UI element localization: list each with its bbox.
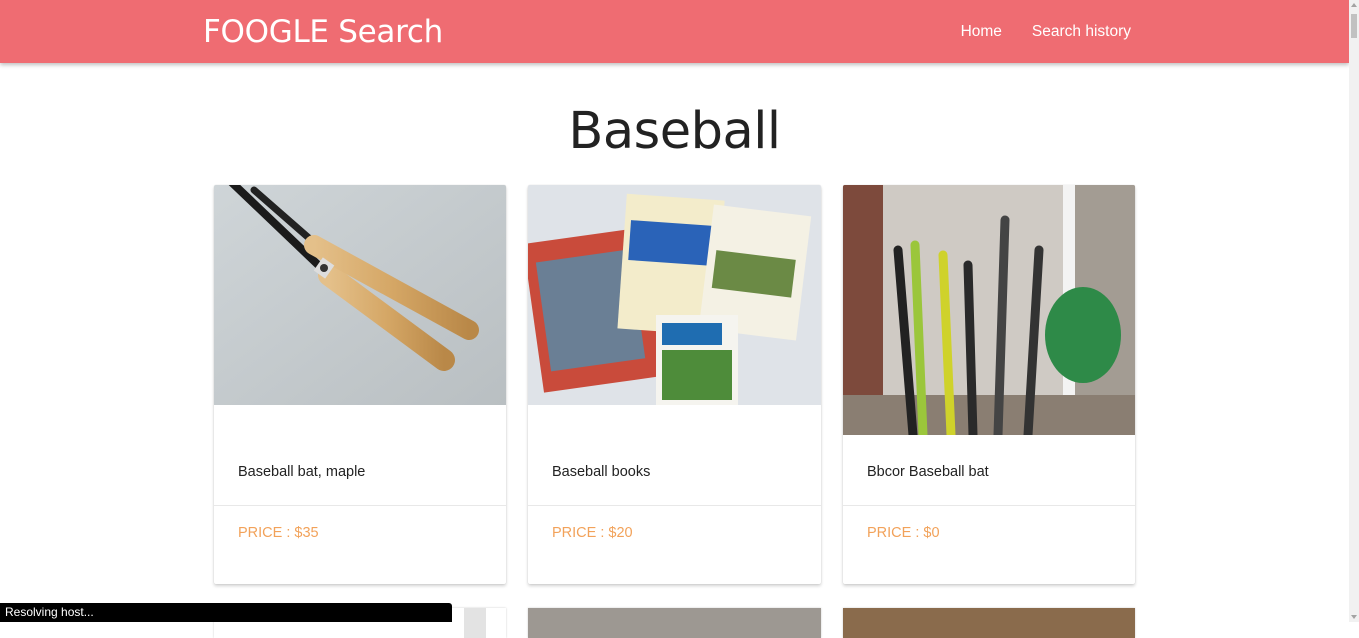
product-price: PRICE : $0: [867, 525, 940, 541]
product-card[interactable]: Baseball books PRICE : $20: [528, 185, 821, 584]
vertical-scrollbar[interactable]: [1349, 0, 1359, 622]
product-image[interactable]: [843, 608, 1135, 638]
page-title: Baseball: [568, 102, 781, 161]
product-card[interactable]: [843, 608, 1135, 638]
scrollbar-thumb[interactable]: [1351, 14, 1357, 38]
nav-links: Home Search history: [961, 21, 1131, 43]
browser-status-bar: Resolving host...: [0, 603, 452, 622]
card-divider: [528, 505, 821, 506]
top-navbar: FOOGLE Search Home Search history: [0, 0, 1349, 63]
card-divider: [214, 505, 506, 506]
product-title: Baseball bat, maple: [238, 464, 366, 480]
nav-home-link[interactable]: Home: [961, 21, 1002, 43]
card-divider: [843, 505, 1135, 506]
product-title: Baseball books: [552, 464, 651, 480]
product-card[interactable]: [528, 608, 821, 638]
product-card[interactable]: Bbcor Baseball bat PRICE : $0: [843, 185, 1135, 584]
product-price: PRICE : $35: [238, 525, 319, 541]
product-image[interactable]: [528, 185, 821, 405]
product-price: PRICE : $20: [552, 525, 633, 541]
scroll-down-icon[interactable]: [1351, 615, 1357, 619]
product-image[interactable]: [843, 185, 1135, 435]
product-image[interactable]: [528, 608, 821, 638]
product-card[interactable]: Baseball bat, maple PRICE : $35: [214, 185, 506, 584]
scroll-up-icon[interactable]: [1351, 3, 1357, 7]
brand-logo[interactable]: FOOGLE Search: [203, 13, 443, 51]
product-image[interactable]: [464, 608, 486, 638]
product-image[interactable]: [214, 185, 506, 405]
nav-search-history-link[interactable]: Search history: [1032, 21, 1131, 43]
product-title: Bbcor Baseball bat: [867, 464, 989, 480]
